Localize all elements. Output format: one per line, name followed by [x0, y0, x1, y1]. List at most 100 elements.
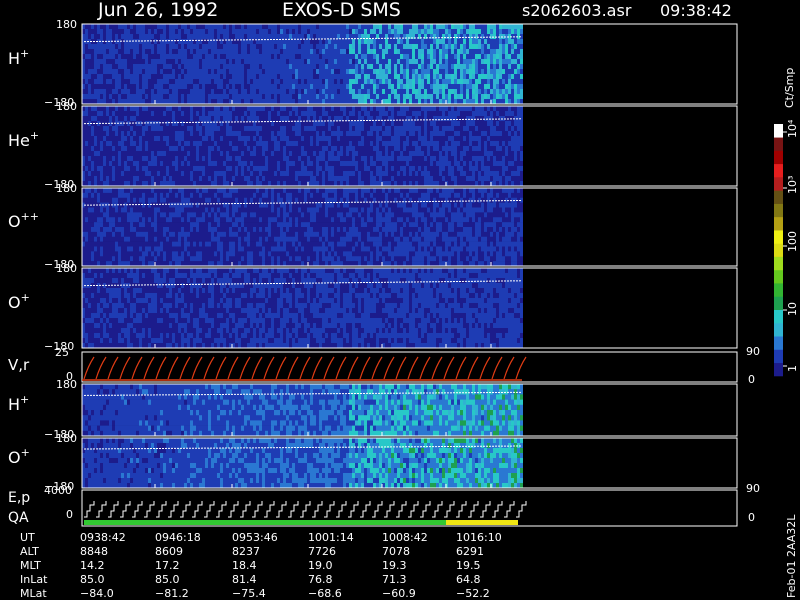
panel-1-cell — [298, 64, 301, 70]
panel-1-cell — [418, 39, 421, 45]
panel-2-cell — [178, 131, 181, 137]
panel-1-cell — [478, 64, 481, 70]
panel-1-cell — [154, 64, 157, 70]
panel-1-cell — [472, 59, 475, 65]
panel-2-cell — [499, 136, 502, 142]
panel-2-cell — [445, 126, 448, 132]
panel-1-cell — [388, 59, 391, 65]
panel-1-cell — [472, 29, 475, 35]
panel-1-cell — [520, 64, 523, 70]
panel-1-cell — [103, 94, 106, 100]
panel-2-cell — [247, 171, 250, 177]
panel-1-cell — [508, 79, 511, 85]
panel-1-cell — [433, 69, 436, 75]
panel-1-cell — [334, 44, 337, 50]
panel-1-cell — [367, 24, 370, 30]
panel-1-cell — [109, 94, 112, 100]
panel-2-cell — [286, 161, 289, 167]
panel-2-cell — [466, 131, 469, 137]
panel-1-cell — [412, 29, 415, 35]
panel-1-cell — [241, 69, 244, 75]
panel-2-cell — [424, 126, 427, 132]
panel-1-cell — [385, 74, 388, 80]
panel-3-cell — [100, 256, 103, 262]
panel-1-cell — [424, 29, 427, 35]
panel-2-cell — [247, 146, 250, 152]
panel-2-cell — [256, 171, 259, 177]
panel-1-cell — [136, 74, 139, 80]
panel-1-cell — [415, 39, 418, 45]
panel-2-cell — [181, 171, 184, 177]
panel-1-cell — [403, 79, 406, 85]
panel-2-cell — [472, 136, 475, 142]
panel-2-cell — [382, 151, 385, 157]
panel-2-cell — [385, 131, 388, 137]
panel-2-cell — [460, 166, 463, 172]
panel-1-cell — [322, 69, 325, 75]
panel-2-cell — [508, 111, 511, 117]
panel-2-cell — [364, 161, 367, 167]
panel-1-cell — [277, 69, 280, 75]
panel-1-cell — [214, 54, 217, 60]
panel-2-cell — [340, 151, 343, 157]
panel-1-cell — [226, 49, 229, 55]
panel-2-cell — [439, 156, 442, 162]
panel-1-cell — [289, 64, 292, 70]
panel-1-cell — [400, 79, 403, 85]
panel-2-cell — [448, 146, 451, 152]
panel-2-cell — [442, 161, 445, 167]
panel-1-cell — [403, 54, 406, 60]
panel-3-cell — [115, 188, 118, 194]
panel-1-cell — [205, 79, 208, 85]
panel-2-cell — [346, 156, 349, 162]
panel-2-cell — [160, 156, 163, 162]
panel-2-cell — [262, 161, 265, 167]
panel-1-cell — [250, 79, 253, 85]
panel-1-cell — [373, 44, 376, 50]
panel-1-cell — [436, 74, 439, 80]
panel-1-cell — [427, 94, 430, 100]
panel-1-cell — [166, 29, 169, 35]
panel-1-cell — [244, 59, 247, 65]
panel-1-cell — [103, 29, 106, 35]
panel-3-cell — [112, 251, 115, 257]
panel-1-cell — [187, 69, 190, 75]
panel-2-cell — [502, 121, 505, 127]
panel-2-cell — [127, 131, 130, 137]
panel-1-cell — [499, 94, 502, 100]
panel-2-cell — [139, 161, 142, 167]
panel-2-cell — [424, 161, 427, 167]
panel-1-cell — [325, 79, 328, 85]
panel-1-cell — [457, 69, 460, 75]
panel-1-cell — [274, 89, 277, 95]
panel-1-cell — [397, 29, 400, 35]
panel-1-cell — [361, 54, 364, 60]
panel-2-cell — [496, 156, 499, 162]
panel-1-cell — [415, 44, 418, 50]
panel-2-cell — [403, 136, 406, 142]
panel-1-cell — [394, 89, 397, 95]
panel-2-cell — [292, 106, 295, 112]
panel-1-cell — [88, 64, 91, 70]
panel-2-cell — [196, 131, 199, 137]
panel-2-cell — [208, 106, 211, 112]
panel-1-cell — [361, 49, 364, 55]
panel-3-cell — [109, 192, 112, 199]
panel-1-cell — [160, 44, 163, 50]
panel-2-cell — [379, 166, 382, 172]
panel-1-cell — [181, 29, 184, 35]
panel-3-cell — [127, 227, 130, 233]
panel-2-cell — [400, 126, 403, 132]
panel-2-cell — [355, 161, 358, 167]
panel-2-cell — [430, 156, 433, 162]
panel-2-cell — [142, 131, 145, 137]
panel-1-cell — [511, 64, 514, 70]
panel-1-cell — [163, 54, 166, 60]
panel-1-cell — [202, 79, 205, 85]
panel-2-cell — [376, 151, 379, 157]
panel-2-cell — [166, 131, 169, 137]
panel-2-cell — [331, 141, 334, 147]
panel-2-cell — [121, 111, 124, 117]
panel-1-cell — [388, 54, 391, 60]
panel-2-cell — [88, 126, 91, 132]
